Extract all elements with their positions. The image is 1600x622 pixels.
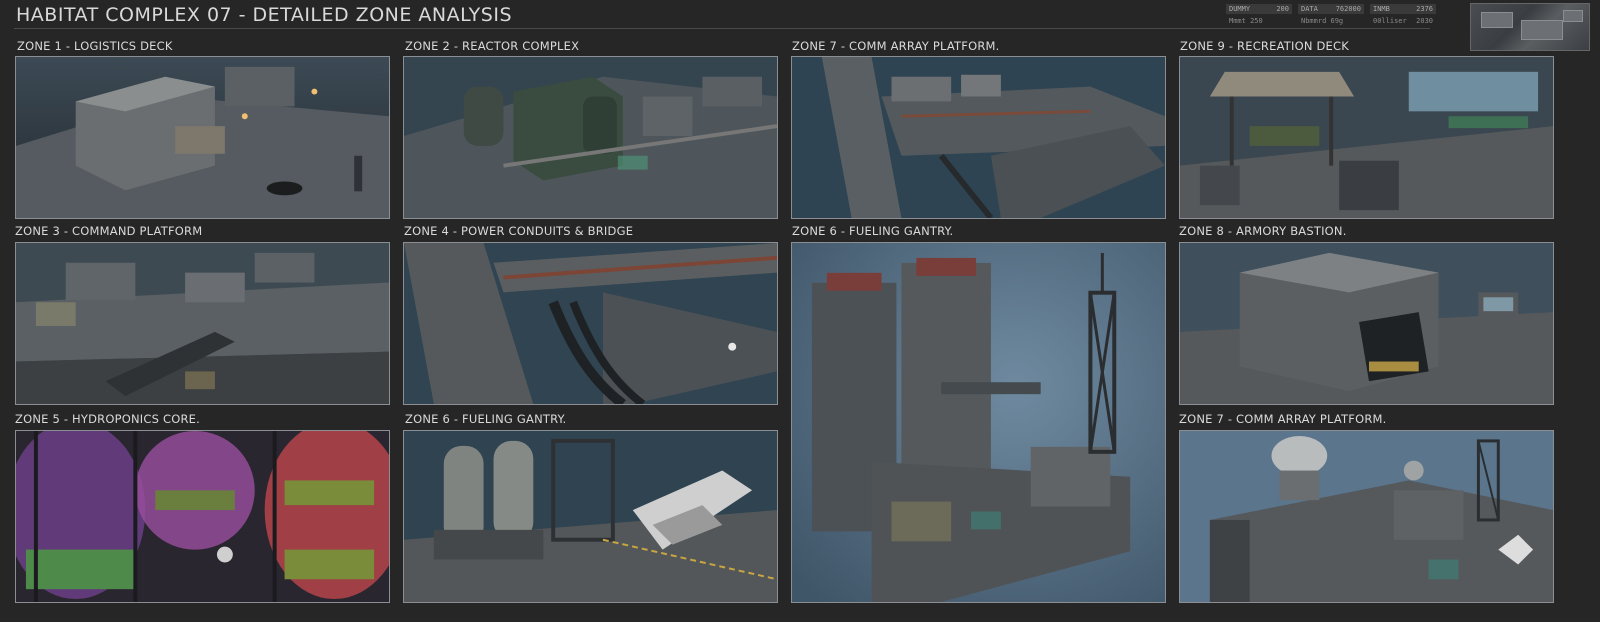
zone-7-bottom-image[interactable]: [1179, 430, 1554, 603]
minimap-thumbnail[interactable]: [1470, 3, 1590, 51]
zone-1-illustration: [16, 57, 389, 218]
zone-6-image[interactable]: [403, 430, 778, 603]
zone-9-image[interactable]: [1179, 56, 1554, 219]
stat-cell: DATA 762000: [1298, 4, 1364, 14]
zone-6-illustration: [404, 431, 777, 602]
zone-3-illustration: [16, 243, 389, 404]
stat-label: INMB: [1373, 5, 1390, 13]
zone-1-image[interactable]: [15, 56, 390, 219]
zone-4-illustration: [404, 243, 777, 404]
zone-2-illustration: [404, 57, 777, 218]
zone-label: ZONE 9 - RECREATION DECK: [1180, 39, 1349, 53]
zone-label: ZONE 6 - FUELING GANTRY.: [405, 412, 567, 426]
zone-3-image[interactable]: [15, 242, 390, 405]
stat-value: 2030: [1416, 17, 1433, 25]
stats-readout: DUMMY 200 DATA 762000 INMB 2376 Mmmt 250 Nb…: [1226, 4, 1436, 26]
zone-6-large-illustration: [792, 243, 1165, 602]
stat-label: DUMMY: [1229, 5, 1251, 13]
zone-4-image[interactable]: [403, 242, 778, 405]
stat-label: Mmmt 250: [1229, 17, 1263, 25]
stat-value: 200: [1276, 5, 1289, 13]
minimap-block: [1521, 20, 1563, 40]
zone-2-image[interactable]: [403, 56, 778, 219]
zone-8-image[interactable]: [1179, 242, 1554, 405]
zone-label: ZONE 4 - POWER CONDUITS & BRIDGE: [404, 224, 634, 238]
zone-label: ZONE 8 - ARMORY BASTION.: [1179, 224, 1347, 238]
zone-label: ZONE 6 - FUELING GANTRY.: [792, 224, 954, 238]
stat-cell: INMB 2376: [1370, 4, 1436, 14]
zone-label: ZONE 7 - COMM ARRAY PLATFORM.: [792, 39, 1000, 53]
zone-5-illustration: [16, 431, 389, 602]
zone-6-large-image[interactable]: [791, 242, 1166, 603]
title-divider: [14, 28, 1430, 29]
zone-label: ZONE 1 - LOGISTICS DECK: [17, 39, 173, 53]
page-title: HABITAT COMPLEX 07 - DETAILED ZONE ANALY…: [16, 4, 513, 26]
stat-label: DATA: [1301, 5, 1318, 13]
stat-label: Nbmmrd 69g: [1301, 17, 1344, 25]
stat-value: 2376: [1416, 5, 1433, 13]
minimap-block: [1563, 10, 1583, 22]
stat-cell: Mmmt 250: [1226, 16, 1292, 26]
zone-label: ZONE 5 - HYDROPONICS CORE.: [15, 412, 200, 426]
stat-value: 762000: [1335, 5, 1361, 13]
stat-label: 00lliser: [1373, 17, 1407, 25]
stat-cell: DUMMY 200: [1226, 4, 1292, 14]
zone-5-image[interactable]: [15, 430, 390, 603]
zone-label: ZONE 3 - COMMAND PLATFORM: [15, 224, 203, 238]
minimap-block: [1481, 12, 1513, 28]
zone-7-illustration: [792, 57, 1165, 218]
stat-cell: 00lliser 2030: [1370, 16, 1436, 26]
zone-7-bottom-illustration: [1180, 431, 1553, 602]
zone-8-illustration: [1180, 243, 1553, 404]
zone-7-image[interactable]: [791, 56, 1166, 219]
zone-label: ZONE 2 - REACTOR COMPLEX: [405, 39, 580, 53]
stat-cell: Nbmmrd 69g: [1298, 16, 1364, 26]
zone-label: ZONE 7 - COMM ARRAY PLATFORM.: [1179, 412, 1387, 426]
zone-9-illustration: [1180, 57, 1553, 218]
